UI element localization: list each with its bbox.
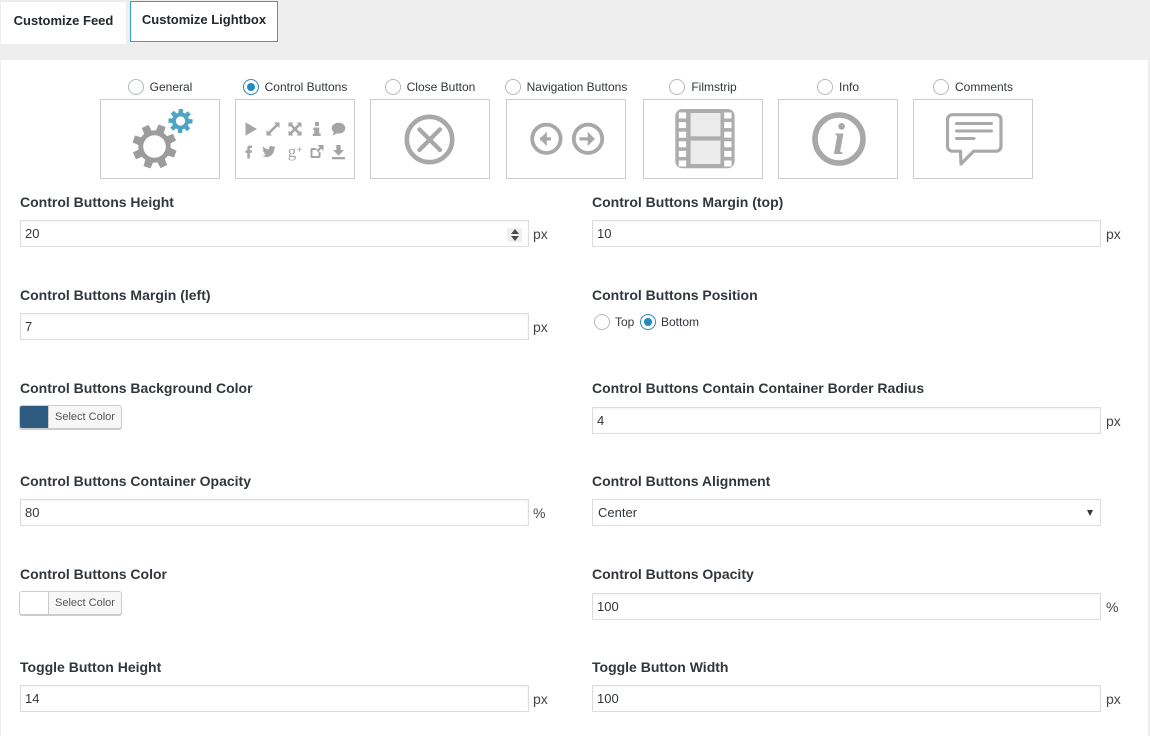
- svg-text:g: g: [288, 142, 297, 161]
- svg-text:+: +: [297, 145, 303, 156]
- svg-text:i: i: [833, 115, 846, 164]
